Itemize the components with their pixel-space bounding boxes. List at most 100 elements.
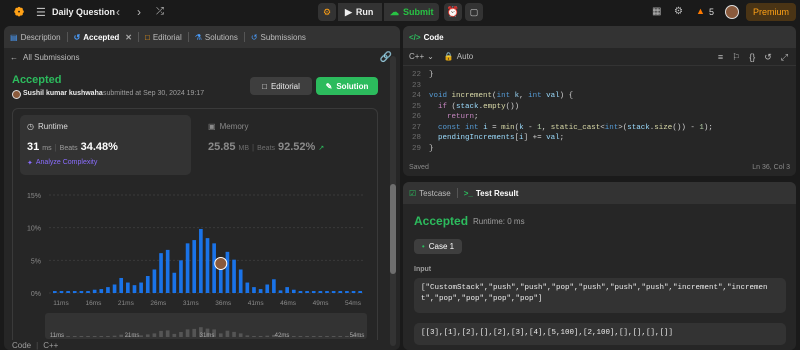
all-submissions-link[interactable]: ← All Submissions	[10, 53, 79, 62]
code-line[interactable]: 23	[403, 81, 796, 92]
case-pass-dot-icon: •	[421, 242, 425, 251]
memory-box[interactable]: ▣ Memory 25.85 MB | Beats 92.52% ↗	[200, 115, 371, 175]
chart-bar	[272, 279, 276, 293]
memory-unit: MB	[238, 145, 250, 152]
format-icon[interactable]: ≡	[718, 52, 723, 63]
expand-icon[interactable]: ⤢	[781, 52, 788, 63]
submit-button[interactable]: ☁ Submit	[384, 3, 439, 21]
submissions-icon: ↺	[250, 32, 258, 42]
chart-bar	[278, 290, 283, 293]
settings-gear-icon[interactable]: ⚙	[674, 6, 683, 17]
x-tick-label: 41ms	[248, 300, 265, 307]
tab-test-result[interactable]: >_ Test Result	[458, 189, 525, 198]
debug-button[interactable]: ⚙	[318, 3, 336, 21]
input-label: Input	[414, 266, 432, 273]
chart-bar	[132, 285, 137, 293]
back-arrow-icon: ←	[10, 53, 18, 62]
chart-bar	[325, 291, 329, 293]
tab-submissions[interactable]: ↺ Submissions	[245, 33, 312, 42]
runtime-unit: ms	[42, 145, 52, 152]
line-number: 24	[411, 92, 421, 101]
y-tick-label: 10%	[27, 226, 41, 233]
code-editor[interactable]: 22} 23 24 void increment(int k, int val) {2…	[403, 68, 796, 156]
code-line[interactable]: 29}	[403, 144, 796, 155]
code-line[interactable]: 22}	[403, 70, 796, 81]
shuffle-icon[interactable]: ⤮	[156, 6, 164, 17]
avatar[interactable]	[725, 5, 739, 19]
overview-bar	[112, 335, 117, 337]
code-text: }	[429, 144, 434, 153]
language-select[interactable]: C++ ⌄	[409, 52, 434, 61]
chart-bar	[338, 291, 343, 293]
editorial-button[interactable]: □ Editorial	[250, 77, 312, 95]
y-tick-label: 0%	[31, 291, 41, 298]
code-line[interactable]: 27 const int i = min(k - 1, static_cast<…	[403, 123, 796, 134]
chart-bar	[145, 276, 150, 293]
code-line[interactable]: 26 return;	[403, 112, 796, 123]
scrollbar-thumb[interactable]	[390, 184, 396, 274]
runtime-distribution-chart[interactable]: 15% 10% 5% 0% 11ms 16ms 21ms 26ms 31ms 36ms 41ms 46…	[13, 181, 377, 341]
tab-editorial[interactable]: □ Editorial	[139, 33, 188, 42]
code-text: void increment(int k, int val) {	[429, 92, 574, 101]
chart-bar	[159, 253, 163, 293]
tab-code[interactable]: </> Code	[403, 33, 450, 42]
tab-testcase[interactable]: ☑ Testcase	[403, 189, 457, 198]
timer-button[interactable]: ⏰	[444, 3, 462, 21]
tab-solutions[interactable]: ⚗ Solutions	[189, 33, 244, 42]
premium-button[interactable]: Premium	[746, 3, 796, 21]
line-number: 28	[411, 134, 421, 143]
code-line[interactable]: 24 void increment(int k, int val) {	[403, 91, 796, 102]
reset-icon[interactable]: ↺	[764, 52, 772, 63]
username[interactable]: Sushil kumar kushwaha	[23, 90, 103, 97]
runtime-value: 31	[27, 141, 40, 153]
chart-bar	[106, 287, 110, 293]
code-text: pendingIncrements[i] += val;	[438, 134, 565, 143]
overview-bar	[325, 336, 329, 337]
runtime-box[interactable]: ◷ Runtime 31 ms | Beats 34.48% ✦ Analyze C…	[20, 115, 191, 175]
case-1-tab[interactable]: • Case 1	[414, 239, 462, 254]
notes-button[interactable]: ▢	[465, 3, 483, 21]
tab-accepted[interactable]: ↺ Accepted ✕	[68, 33, 138, 42]
close-tab-icon[interactable]: ✕	[125, 33, 132, 42]
code-line[interactable]: 25 if (stack.empty())	[403, 102, 796, 113]
problem-list-icon[interactable]: ☰	[36, 6, 46, 19]
y-tick-label: 15%	[27, 193, 41, 200]
bookmark-icon[interactable]: ⚐	[732, 52, 740, 63]
line-number: 26	[411, 113, 421, 122]
user-avatar[interactable]	[12, 90, 21, 99]
overview-bar	[92, 336, 97, 337]
chart-bar	[298, 291, 303, 293]
footer-lang-label: C++	[43, 341, 59, 350]
overview-bar	[106, 336, 110, 337]
analyze-complexity-link[interactable]: ✦ Analyze Complexity	[27, 159, 97, 167]
streak-fire-icon[interactable]: ▲	[696, 6, 705, 16]
save-status: Saved	[409, 164, 429, 171]
tab-description[interactable]: ▤ Description	[4, 33, 67, 42]
layout-grid-icon[interactable]: ▦	[652, 6, 661, 17]
chart-bar	[265, 284, 270, 293]
chart-bar	[238, 269, 243, 293]
leetcode-logo-icon[interactable]: ❁	[12, 5, 26, 19]
next-problem-icon[interactable]: ›	[137, 5, 141, 19]
result-runtime: Runtime: 0 ms	[473, 217, 525, 226]
code-panel: </> Code C++ ⌄ 🔒 Auto ≡ ⚐ {} ↺ ⤢ 22} 23 24 voi…	[403, 26, 796, 176]
chevron-down-icon: ⌄	[427, 52, 434, 61]
prev-problem-icon[interactable]: ‹	[116, 5, 120, 19]
code-line[interactable]: 28 pendingIncrements[i] += val;	[403, 133, 796, 144]
run-button[interactable]: ▶ Run	[338, 3, 382, 21]
overview-bar	[172, 333, 177, 337]
overview-bar	[338, 336, 343, 337]
chart-bar	[66, 291, 70, 293]
runtime-beats-label: Beats	[59, 145, 78, 152]
sep-bar: |	[252, 143, 255, 152]
scrollbar[interactable]	[390, 56, 396, 346]
overview-bar	[245, 335, 250, 337]
line-number: 23	[411, 81, 421, 90]
mode-toggle[interactable]: 🔒 Auto	[444, 52, 473, 61]
problem-list-title[interactable]: Daily Question	[52, 7, 115, 17]
submission-panel: ▤ Description ↺ Accepted ✕ □ Editorial ⚗ Solu…	[4, 26, 400, 350]
solution-button[interactable]: ✎ Solution	[316, 77, 378, 95]
chart-bar	[59, 291, 64, 293]
code-text: const int i = min(k - 1, static_cast<int…	[438, 123, 713, 132]
braces-icon[interactable]: {}	[749, 52, 755, 63]
